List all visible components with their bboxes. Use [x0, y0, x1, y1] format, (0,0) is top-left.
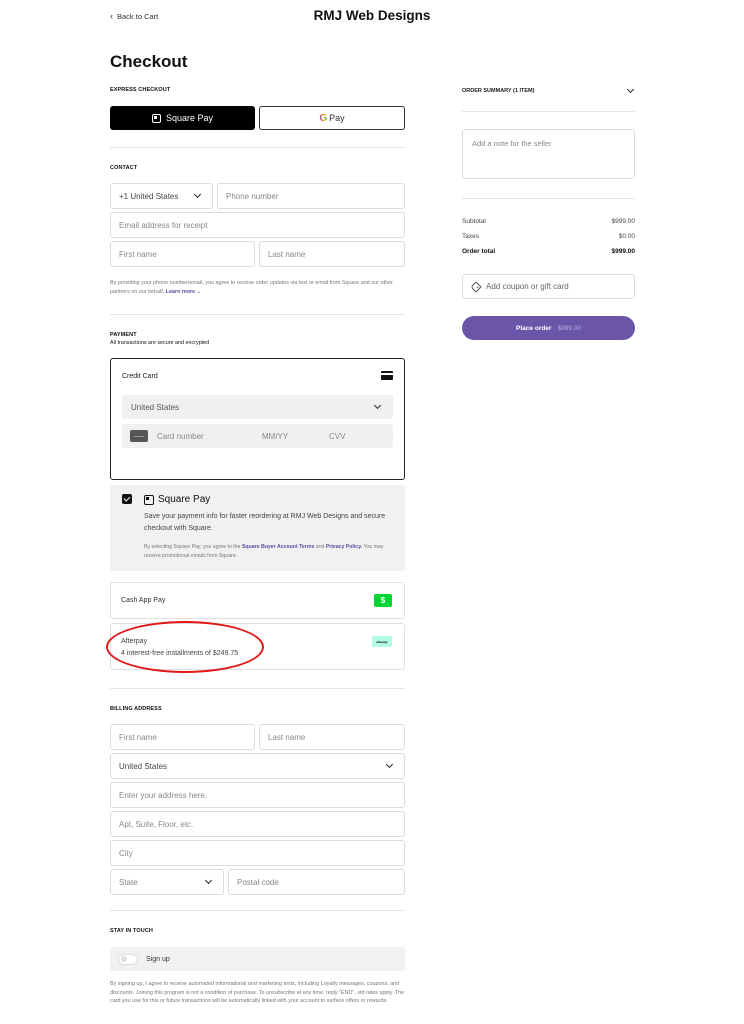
contact-consent-text: By providing your phone number/email, yo…	[110, 279, 410, 296]
cash-app-pay-option[interactable]: Cash App Pay $	[110, 582, 405, 619]
order-total-value: $999.00	[611, 248, 636, 255]
sign-up-label: Sign up	[146, 955, 170, 963]
postal-code-input[interactable]: Postal code	[228, 869, 405, 895]
place-order-button[interactable]: Place order $999.00	[462, 316, 635, 340]
square-pay-checkbox[interactable]	[122, 494, 132, 504]
billing-address-label: BILLING ADDRESS	[110, 706, 162, 712]
afterpay-label: Afterpay	[121, 638, 148, 645]
privacy-policy-link[interactable]: Privacy Policy.	[326, 544, 362, 550]
subtotal-row: Subtotal $999.00	[462, 218, 635, 225]
state-value: State	[119, 877, 138, 887]
taxes-label: Taxes	[462, 233, 479, 240]
google-pay-label: Pay	[329, 113, 345, 123]
country-code-value: +1 United States	[119, 191, 179, 201]
cash-app-icon: $	[374, 594, 392, 607]
square-pay-label: Square Pay	[165, 113, 214, 123]
afterpay-logo-icon: afterpay	[372, 636, 392, 647]
state-select[interactable]: State	[110, 869, 224, 895]
sign-up-row: Sign up	[110, 947, 405, 971]
legal-prefix: By selecting Square Pay, you agree to th…	[144, 544, 241, 550]
square-pay-title: Square Pay	[144, 494, 210, 505]
taxes-value: $0.00	[618, 233, 635, 240]
buyer-terms-link[interactable]: Square Buyer Account Terms	[242, 544, 314, 550]
card-cvv-input[interactable]: CVV	[329, 432, 345, 441]
place-order-amount: $999.00	[557, 324, 581, 332]
square-logo-icon	[144, 494, 154, 505]
phone-input[interactable]: Phone number	[217, 183, 405, 209]
coupon-button[interactable]: Add coupon or gift card	[462, 274, 635, 299]
city-input[interactable]: City	[110, 840, 405, 866]
seller-note-input[interactable]: Add a note for the seller	[462, 129, 635, 179]
email-input[interactable]: Email address for receipt	[110, 212, 405, 238]
chevron-down-icon	[193, 190, 202, 199]
taxes-row: Taxes $0.00	[462, 233, 635, 240]
learn-more-label: Learn more	[165, 288, 196, 295]
credit-card-panel[interactable]: Credit Card United States Card number MM…	[110, 358, 405, 480]
sign-up-disclaimer: By signing up, I agree to receive automa…	[110, 981, 405, 1004]
credit-card-icon	[381, 371, 393, 380]
tag-icon	[470, 280, 482, 293]
address-input[interactable]: Enter your address here.	[110, 782, 405, 808]
contact-label: CONTACT	[110, 165, 138, 171]
square-pay-button[interactable]: Square Pay	[110, 106, 255, 130]
card-details-row: Card number MM/YY CVV	[122, 424, 393, 448]
order-total-row: Order total $999.00	[462, 248, 635, 255]
chevron-down-icon	[626, 85, 635, 94]
payment-label: PAYMENT	[110, 332, 137, 338]
subtotal-value: $999.00	[611, 218, 636, 225]
card-icon	[130, 430, 148, 442]
billing-country-select[interactable]: United States	[110, 753, 405, 779]
store-name: RMJ Web Designs	[0, 8, 744, 23]
afterpay-option[interactable]: Afterpay 4 interest-free installments of…	[110, 623, 405, 670]
divider	[110, 910, 405, 911]
divider	[110, 314, 405, 315]
square-pay-legal: By selecting Square Pay, you agree to th…	[144, 543, 400, 560]
billing-first-name-input[interactable]: First name	[110, 724, 255, 750]
chevron-down-icon	[373, 401, 382, 410]
country-code-select[interactable]: +1 United States	[110, 183, 213, 209]
divider	[462, 198, 635, 199]
consent-text: By providing your phone number/email, yo…	[110, 280, 393, 295]
square-pay-description: Save your payment info for faster reorde…	[144, 513, 386, 532]
credit-card-label: Credit Card	[122, 373, 158, 380]
afterpay-installments: 4 interest-free installments of $249.75	[121, 650, 239, 657]
divider	[110, 688, 405, 689]
legal-and: and	[315, 544, 325, 550]
chevron-down-icon	[385, 760, 394, 769]
store-name-text: RMJ Web Designs	[313, 8, 431, 23]
card-expiry-input[interactable]: MM/YY	[262, 432, 329, 441]
google-g-icon: G	[319, 112, 328, 124]
subtotal-label: Subtotal	[462, 218, 486, 225]
square-pay-title-text: Square Pay	[158, 494, 211, 505]
learn-more-link[interactable]: Learn more ⌄	[166, 289, 201, 295]
coupon-label: Add coupon or gift card	[486, 282, 569, 291]
billing-country-value: United States	[119, 761, 168, 771]
cash-app-pay-label: Cash App Pay	[121, 597, 166, 604]
contact-first-name-input[interactable]: First name	[110, 241, 255, 267]
google-pay-button[interactable]: G Pay	[259, 106, 405, 130]
card-country-select[interactable]: United States	[122, 395, 393, 419]
square-pay-save-panel: Square Pay Save your payment info for fa…	[110, 485, 405, 571]
chevron-down-icon	[204, 876, 213, 885]
divider	[110, 147, 405, 148]
chevron-down-icon: ⌄	[196, 288, 202, 295]
place-order-label: Place order	[516, 324, 552, 332]
stay-in-touch-label: STAY IN TOUCH	[110, 928, 153, 934]
order-summary-toggle[interactable]: ORDER SUMMARY (1 ITEM)	[462, 85, 635, 94]
page-title: Checkout	[110, 52, 188, 71]
square-logo-icon	[151, 113, 161, 123]
payment-subtitle: All transactions are secure and encrypte…	[110, 340, 210, 346]
apt-input[interactable]: Apt, Suite, Floor, etc.	[110, 811, 405, 837]
express-checkout-label: EXPRESS CHECKOUT	[110, 87, 171, 93]
card-country-value: United States	[131, 402, 180, 412]
order-summary-label: ORDER SUMMARY (1 ITEM)	[462, 88, 535, 94]
sign-up-toggle[interactable]	[118, 953, 138, 965]
order-total-label: Order total	[462, 248, 496, 255]
contact-last-name-input[interactable]: Last name	[259, 241, 405, 267]
divider	[462, 111, 635, 112]
billing-last-name-input[interactable]: Last name	[259, 724, 405, 750]
card-number-input[interactable]: Card number	[157, 432, 262, 441]
